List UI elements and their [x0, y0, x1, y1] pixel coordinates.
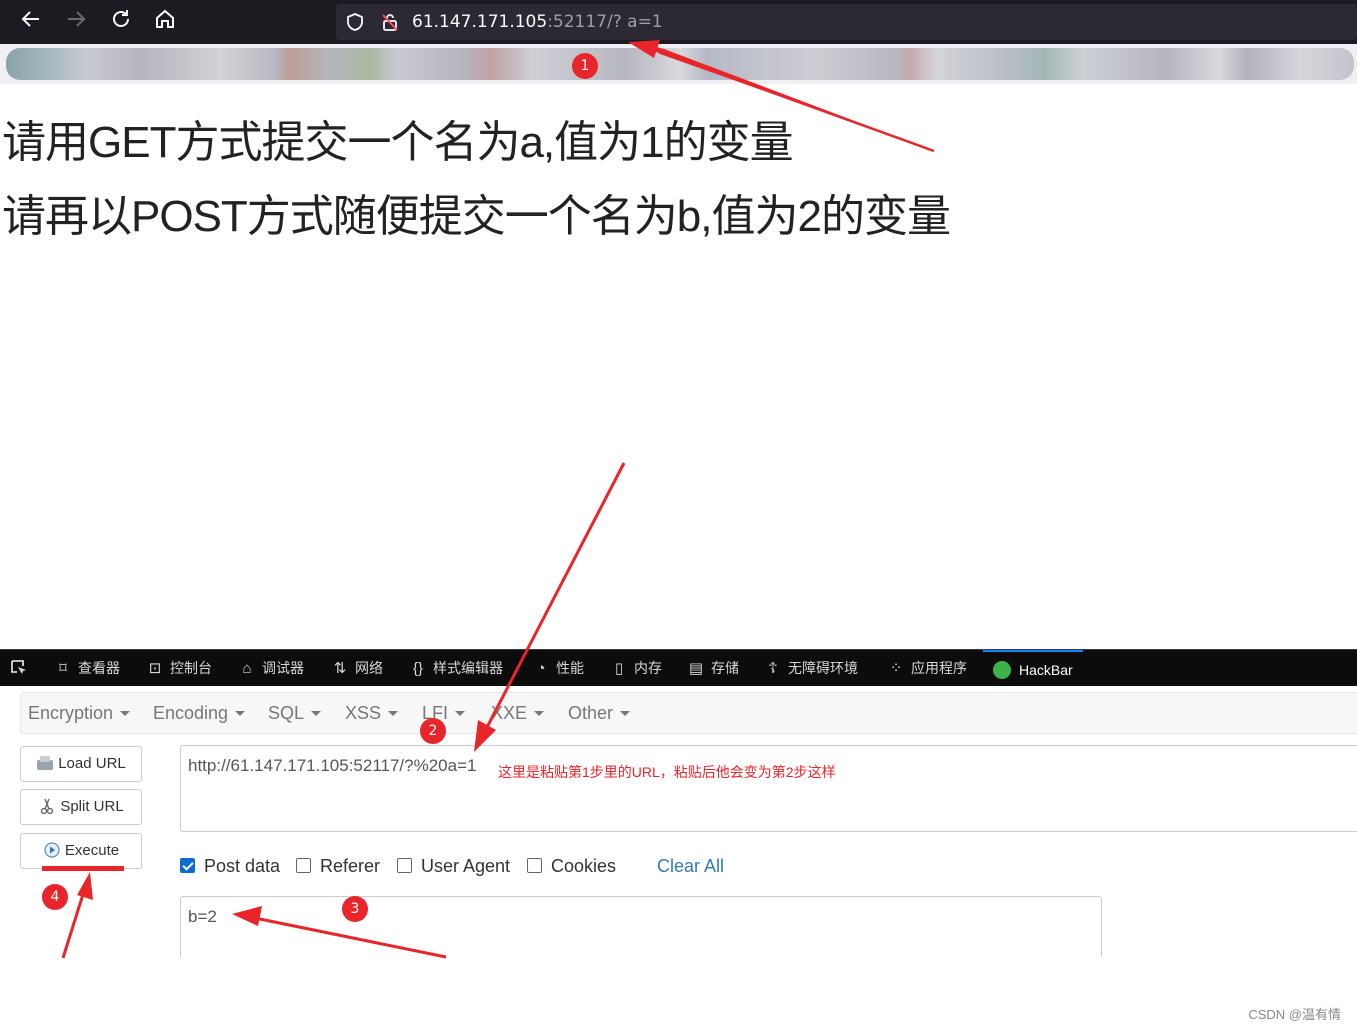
option-post-data[interactable]: Post data [180, 856, 280, 877]
inspector-icon: ⌑ [59, 660, 67, 677]
checkbox-icon[interactable] [397, 858, 412, 873]
url-value: http://61.147.171.105:52117/?%20a=1 [188, 756, 477, 775]
back-icon[interactable] [17, 8, 45, 36]
accessibility-icon: ☦ [768, 660, 778, 677]
debugger-icon: ⌂ [242, 660, 252, 677]
option-cookies[interactable]: Cookies [527, 856, 616, 877]
shield-icon[interactable] [345, 12, 365, 32]
instruction-post: 请再以POST方式随便提交一个名为b,值为2的变量 [2, 192, 951, 241]
caret-down-icon [235, 711, 246, 716]
hackbar-panel: Encryption Encoding SQL XSS LFI XXE Othe… [0, 686, 1357, 1031]
element-picker-icon[interactable] [10, 659, 28, 677]
tab-accessibility[interactable]: ☦ 无障碍环境 [764, 650, 858, 687]
bookmarks-bar [0, 44, 1357, 84]
tab-application[interactable]: ⁘ 应用程序 [887, 650, 967, 687]
reload-icon[interactable] [107, 8, 135, 36]
badge-2: 2 [420, 718, 446, 744]
instruction-get: 请用GET方式提交一个名为a,值为1的变量 [2, 118, 794, 167]
menu-xss[interactable]: XSS [345, 703, 399, 724]
split-url-button[interactable]: Split URL [20, 789, 142, 825]
storage-icon: ▤ [688, 660, 704, 677]
menu-xxe[interactable]: XXE [491, 703, 545, 724]
tab-network[interactable]: ⇅ 网络 [331, 650, 383, 687]
tab-style-editor[interactable]: {} 样式编辑器 [409, 650, 503, 687]
devtools-tabbar: ⌑ 查看器 ⊡ 控制台 ⌂ 调试器 ⇅ 网络 {} 样式编辑器 ◔ 性能 ▯ 内存 ▤ 存储 ☦… [0, 649, 1357, 687]
page-content: 请用GET方式提交一个名为a,值为1的变量 请再以POST方式随便提交一个名为b… [0, 84, 1357, 649]
watermark: CSDN @温有情 [1248, 1007, 1341, 1022]
console-icon: ⊡ [148, 660, 162, 677]
tab-debugger[interactable]: ⌂ 调试器 [238, 650, 304, 687]
caret-down-icon [620, 711, 631, 716]
post-data-textarea[interactable]: b=2 [180, 896, 1102, 957]
checkbox-checked-icon[interactable] [180, 858, 195, 873]
post-value: b=2 [188, 907, 217, 926]
url-bar[interactable]: 61.147.171.105:52117/? a=1 [336, 4, 1357, 40]
tab-hackbar[interactable]: HackBar [983, 650, 1083, 689]
tab-storage[interactable]: ▤ 存储 [687, 650, 739, 687]
forward-icon[interactable] [62, 8, 90, 36]
menu-other[interactable]: Other [568, 703, 631, 724]
blurred-bookmarks [6, 48, 1354, 80]
badge-3: 3 [342, 896, 368, 922]
tab-console[interactable]: ⊡ 控制台 [146, 650, 212, 687]
memory-icon: ▯ [614, 660, 624, 677]
home-icon[interactable] [151, 8, 179, 36]
badge-4: 4 [42, 884, 68, 910]
annotation-note: 这里是粘贴第1步里的URL，粘贴后他会变为第2步这样 [498, 764, 836, 780]
clear-all-link[interactable]: Clear All [657, 856, 724, 877]
menu-sql[interactable]: SQL [268, 703, 322, 724]
caret-down-icon [534, 711, 545, 716]
caret-down-icon [120, 711, 131, 716]
caret-down-icon [388, 711, 399, 716]
url-textarea[interactable]: http://61.147.171.105:52117/?%20a=1 [180, 745, 1357, 832]
style-editor-icon: {} [412, 660, 424, 677]
checkbox-icon[interactable] [527, 858, 542, 873]
load-url-button[interactable]: Load URL [20, 746, 142, 782]
scissors-icon [41, 798, 54, 814]
checkbox-icon[interactable] [296, 858, 311, 873]
execute-button[interactable]: Execute [20, 833, 142, 869]
badge-1: 1 [572, 53, 598, 79]
menu-encoding[interactable]: Encoding [153, 703, 246, 724]
load-url-icon [37, 756, 54, 770]
application-icon: ⁘ [889, 660, 903, 677]
tab-performance[interactable]: ◔ 性能 [532, 650, 584, 687]
network-icon: ⇅ [333, 660, 347, 677]
caret-down-icon [311, 711, 322, 716]
option-referer[interactable]: Referer [296, 856, 380, 877]
insecure-lock-icon[interactable] [380, 12, 400, 32]
hackbar-icon [993, 661, 1011, 679]
execute-underline-annotation [42, 866, 124, 871]
tab-inspector[interactable]: ⌑ 查看器 [54, 650, 120, 687]
hackbar-menu: Encryption Encoding SQL XSS LFI XXE Othe… [20, 692, 1357, 734]
browser-toolbar: 61.147.171.105:52117/? a=1 [0, 0, 1357, 44]
caret-down-icon [455, 711, 466, 716]
url-text[interactable]: 61.147.171.105:52117/? a=1 [412, 12, 663, 32]
play-icon [44, 842, 60, 858]
menu-encryption[interactable]: Encryption [28, 703, 131, 724]
tab-memory[interactable]: ▯ 内存 [610, 650, 662, 687]
performance-icon: ◔ [536, 660, 546, 677]
option-user-agent[interactable]: User Agent [397, 856, 510, 877]
